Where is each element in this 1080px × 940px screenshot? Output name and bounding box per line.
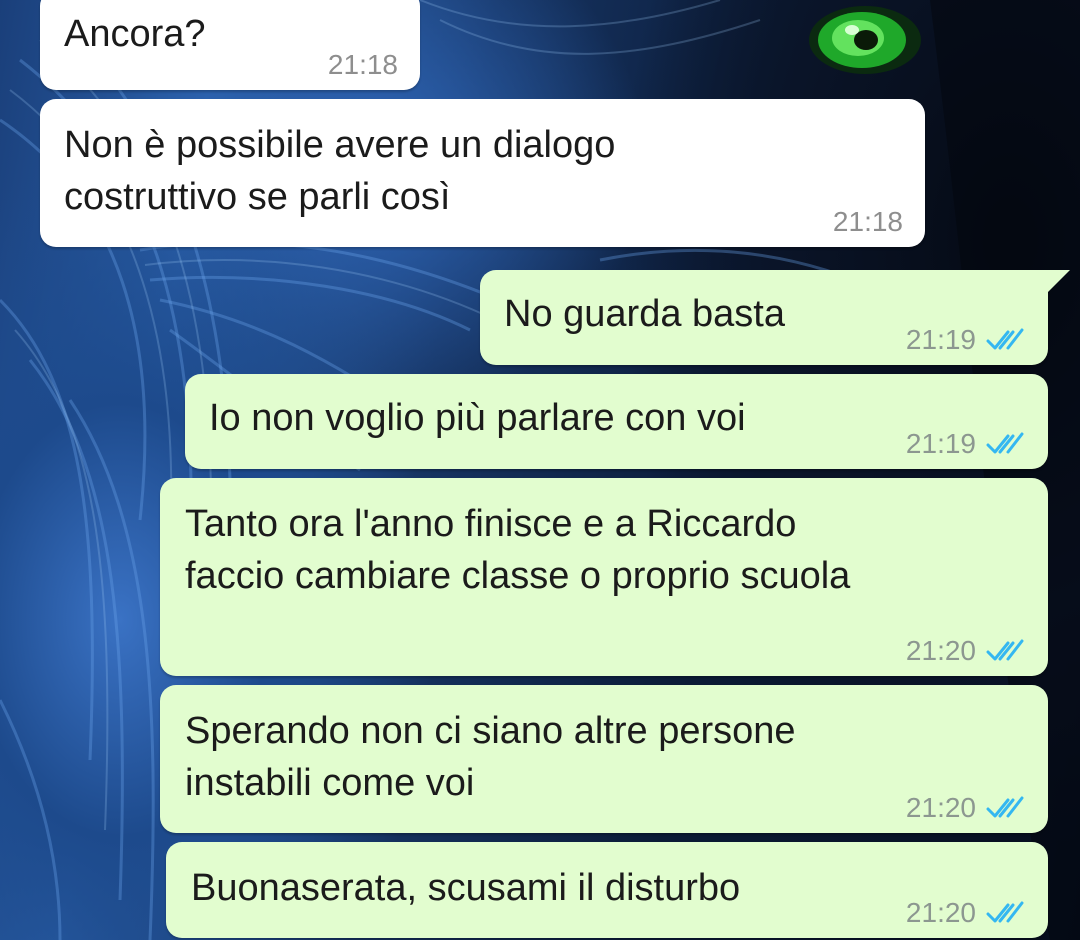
read-double-check-icon — [986, 639, 1024, 661]
message-text: Io non voglio più parlare con voi — [209, 397, 746, 439]
message-meta: 21:20 — [906, 896, 1026, 930]
message-time: 21:20 — [905, 635, 976, 666]
message-text: No guarda basta — [504, 293, 785, 335]
read-double-check-icon — [986, 796, 1024, 818]
message-meta: 21:20 — [906, 634, 1026, 668]
message-time: 21:19 — [905, 324, 976, 355]
message-time: 21:20 — [905, 897, 976, 928]
bubble-tail — [1048, 270, 1070, 292]
message-text: Tanto ora l'anno finisce e a Riccardo fa… — [185, 503, 851, 597]
message-text: Non è possibile avere un dialogo costrut… — [64, 124, 616, 218]
message-text: Buonaserata, scusami il disturbo — [191, 867, 741, 909]
message-bubble-outgoing[interactable]: Buonaserata, scusami il disturbo 21:20 — [166, 842, 1048, 938]
message-bubble-incoming[interactable]: Non è possibile avere un dialogo costrut… — [40, 99, 925, 247]
message-time: 21:20 — [905, 792, 976, 823]
message-meta: 21:19 — [906, 427, 1026, 461]
message-bubble-outgoing[interactable]: Io non voglio più parlare con voi 21:19 — [185, 374, 1048, 469]
read-double-check-icon — [986, 328, 1024, 350]
message-time: 21:19 — [905, 428, 976, 459]
read-double-check-icon — [986, 432, 1024, 454]
message-time: 21:18 — [327, 49, 398, 80]
message-bubble-outgoing[interactable]: Sperando non ci siano altre persone inst… — [160, 685, 1048, 833]
read-double-check-icon — [986, 901, 1024, 923]
message-bubble-outgoing[interactable]: No guarda basta 21:19 — [480, 270, 1070, 365]
message-meta: 21:18 — [833, 205, 903, 239]
message-meta: 21:19 — [906, 323, 1026, 357]
message-text: Sperando non ci siano altre persone inst… — [185, 710, 796, 804]
message-bubble-incoming[interactable]: Ancora? 21:18 — [40, 0, 420, 90]
message-meta: 21:18 — [328, 48, 398, 82]
wolf-eye — [809, 6, 921, 74]
message-text: Ancora? — [64, 13, 206, 55]
message-meta: 21:20 — [906, 791, 1026, 825]
message-bubble-outgoing[interactable]: Tanto ora l'anno finisce e a Riccardo fa… — [160, 478, 1048, 676]
message-time: 21:18 — [832, 206, 903, 237]
